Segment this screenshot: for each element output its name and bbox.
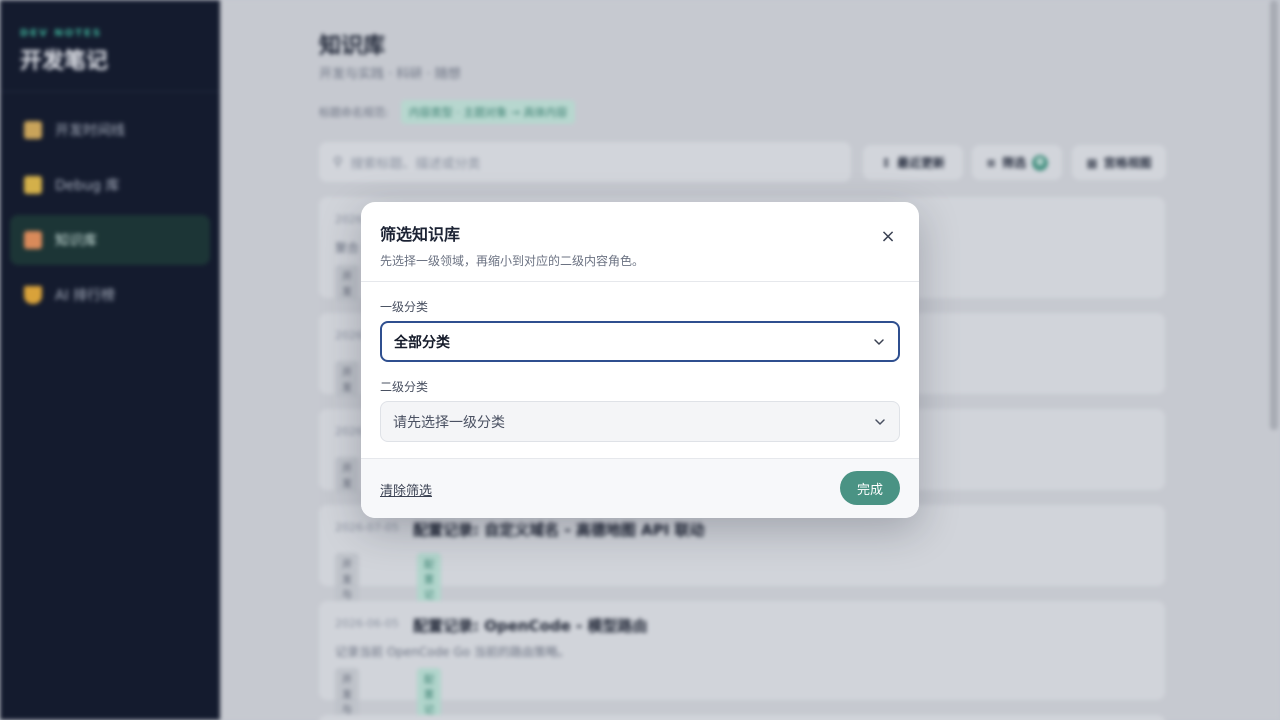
list-item[interactable] xyxy=(319,715,1165,720)
filter-label: 筛选 xyxy=(1002,156,1027,170)
scrollbar[interactable] xyxy=(1270,0,1278,430)
filter-dialog: 筛选知识库 先选择一级领域，再缩小到对应的二级内容角色。 × 一级分类 全部分类… xyxy=(361,202,919,518)
card-date: 2026-06-05 xyxy=(335,617,399,630)
card-date: 2026 xyxy=(335,425,363,438)
sidebar-nav: 开发时间线 Debug 库 知识库 AI 排行榜 xyxy=(0,92,220,328)
books-icon xyxy=(24,231,42,249)
sidebar-item-timeline[interactable]: 开发时间线 xyxy=(10,105,210,155)
grid-icon: ▦ xyxy=(1086,155,1098,170)
close-icon[interactable]: × xyxy=(877,226,899,248)
sidebar: DEV NOTES 开发笔记 开发时间线 Debug 库 知识库 AI 排行榜 xyxy=(0,0,220,720)
tag: 开发 xyxy=(335,457,359,493)
brand-title: 开发笔记 xyxy=(20,49,109,74)
search-placeholder: 搜索标题、描述或分类 xyxy=(350,156,481,172)
dialog-description: 先选择一级领域，再缩小到对应的二级内容角色。 xyxy=(380,254,645,268)
tag: 开发 xyxy=(335,265,359,301)
card-title: 配置记录: OpenCode - 模型路由 xyxy=(413,617,648,635)
card-title: 配置记录: 自定义域名 - 高德地图 API 联动 xyxy=(413,521,705,539)
sidebar-item-knowledge[interactable]: 知识库 xyxy=(10,215,210,265)
naming-rule: 标题命名规范: 内容类型 · 主题对象 → 具体内容 xyxy=(319,100,576,124)
page-title: 知识库 xyxy=(319,34,386,59)
sort-button[interactable]: ↕ 最近更新 xyxy=(863,145,963,180)
tag: 开发与实践 xyxy=(335,668,359,720)
sidebar-item-ai-ranking[interactable]: AI 排行榜 xyxy=(10,270,210,320)
level1-select[interactable]: 全部分类 xyxy=(380,321,900,362)
grid-view-label: 宫格视图 xyxy=(1103,156,1152,170)
dialog-header: 筛选知识库 先选择一级领域，再缩小到对应的二级内容角色。 × xyxy=(361,202,919,282)
brand: DEV NOTES 开发笔记 xyxy=(0,0,220,92)
filter-count-badge: 0 xyxy=(1032,154,1049,171)
trophy-icon xyxy=(24,286,42,304)
clear-filter-link[interactable]: 清除筛选 xyxy=(380,480,432,499)
sidebar-item-label: 开发时间线 xyxy=(55,123,125,139)
sidebar-item-label: 知识库 xyxy=(55,233,97,249)
level2-label: 二级分类 xyxy=(380,380,429,394)
chevron-down-icon xyxy=(874,338,884,345)
filter-button[interactable]: ≡ 筛选 0 xyxy=(972,145,1062,180)
filter-icon: ≡ xyxy=(985,155,997,170)
sidebar-item-label: Debug 库 xyxy=(55,178,120,194)
sort-label: 最近更新 xyxy=(897,156,946,170)
person-icon xyxy=(24,121,42,139)
grid-view-button[interactable]: ▦ 宫格视图 xyxy=(1072,145,1166,180)
naming-rule-label: 标题命名规范: xyxy=(319,106,389,119)
done-button[interactable]: 完成 xyxy=(840,471,900,505)
level2-select[interactable]: 请先选择一级分类 xyxy=(380,401,900,442)
level2-value: 请先选择一级分类 xyxy=(393,414,505,431)
tag: 开发 xyxy=(335,361,359,397)
level1-value: 全部分类 xyxy=(394,334,450,351)
search-input[interactable]: ⚲ 搜索标题、描述或分类 xyxy=(319,142,851,182)
tag: 配置记录 xyxy=(417,668,441,720)
card-date: 2026 xyxy=(335,213,363,226)
dialog-footer: 清除筛选 完成 xyxy=(361,458,919,518)
sidebar-item-label: AI 排行榜 xyxy=(55,288,116,304)
naming-rule-chip: 内容类型 · 主题对象 → 具体内容 xyxy=(400,100,576,124)
page-subtitle: 开发与实践 · 科研 · 随想 xyxy=(319,67,461,82)
sort-icon: ↕ xyxy=(880,155,892,170)
card-description: 聚合 xyxy=(335,241,360,255)
brand-subtitle: DEV NOTES xyxy=(20,28,103,39)
list-item[interactable]: 2026-06-05 配置记录: OpenCode - 模型路由 记录当前 Op… xyxy=(319,601,1165,720)
sidebar-item-debug[interactable]: Debug 库 xyxy=(10,160,210,210)
search-icon: ⚲ xyxy=(333,154,343,170)
notebook-icon xyxy=(24,176,42,194)
level1-label: 一级分类 xyxy=(380,300,429,314)
chevron-down-icon xyxy=(875,418,885,425)
card-date: 2026 xyxy=(335,329,363,342)
dialog-title: 筛选知识库 xyxy=(380,225,461,244)
card-description: 记录当前 OpenCode Go 当前的路由策略。 xyxy=(335,645,570,659)
card-date: 2026-07-05 xyxy=(335,521,399,534)
